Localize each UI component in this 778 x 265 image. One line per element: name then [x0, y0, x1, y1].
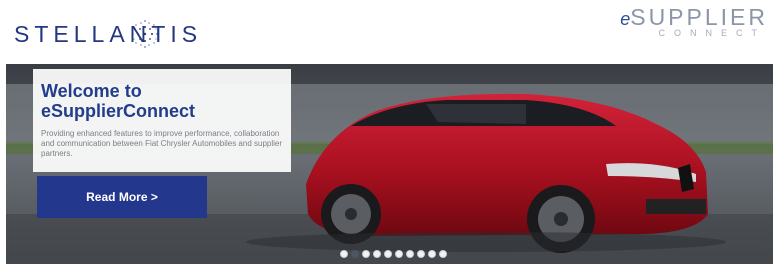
carousel-dot[interactable]: [428, 250, 436, 258]
carousel-dot[interactable]: [417, 250, 425, 258]
welcome-description: Providing enhanced features to improve p…: [41, 129, 283, 158]
esupplier-connect-logo[interactable]: eSUPPLIER CONNECT: [618, 4, 768, 44]
stellantis-star-icon: [132, 20, 158, 48]
carousel-indicators: [340, 250, 447, 258]
esupplier-logo-sub: CONNECT: [658, 28, 766, 38]
esupplier-logo-main: eSUPPLIER: [620, 4, 768, 30]
stellantis-logo[interactable]: STELLANTIS: [14, 14, 202, 54]
welcome-card: Welcome to eSupplierConnect Providing en…: [33, 69, 291, 172]
carousel-dot[interactable]: [351, 250, 359, 258]
stellantis-logo-text: STELLANTIS: [14, 20, 203, 47]
carousel-dot[interactable]: [395, 250, 403, 258]
carousel-dot[interactable]: [439, 250, 447, 258]
carousel-dot[interactable]: [406, 250, 414, 258]
welcome-title: Welcome to eSupplierConnect: [41, 81, 196, 121]
site-header: STELLANTIS eSUPPLIER CONNECT: [0, 0, 778, 62]
carousel-dot[interactable]: [373, 250, 381, 258]
carousel-dot[interactable]: [384, 250, 392, 258]
read-more-button[interactable]: Read More >: [37, 176, 207, 218]
carousel-dot[interactable]: [340, 250, 348, 258]
carousel-dot[interactable]: [362, 250, 370, 258]
